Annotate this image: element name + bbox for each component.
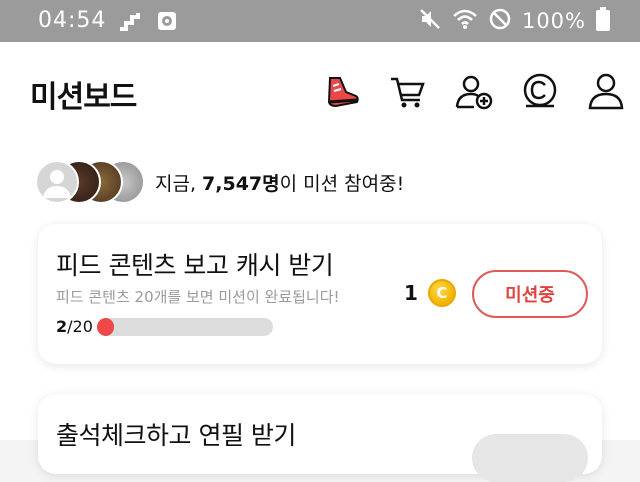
mission-title: 피드 콘텐츠 보고 캐시 받기 <box>56 251 334 280</box>
battery-icon <box>596 7 610 35</box>
mission-card[interactable]: 출석체크하고 연필 받기 <box>38 394 602 482</box>
progress-text: 2/20 <box>56 317 93 336</box>
user-icon[interactable] <box>586 72 626 112</box>
mute-icon <box>418 7 442 35</box>
coin-c-icon[interactable] <box>520 72 560 112</box>
status-left-icons <box>118 10 178 36</box>
stairs-icon <box>118 11 140 35</box>
cart-icon[interactable] <box>388 72 428 112</box>
wifi-icon <box>452 8 478 34</box>
status-bar: 04:54 100% <box>0 0 640 42</box>
page-title: 미션보드 <box>30 80 137 115</box>
sneaker-icon[interactable] <box>322 72 362 112</box>
avatar <box>35 160 79 204</box>
participants-count: 7,547명 <box>202 172 280 195</box>
participants-row: 지금, 7,547명이 미션 참여중! <box>35 160 404 204</box>
progress-bar <box>96 317 273 336</box>
participants-prefix: 지금, <box>155 172 203 195</box>
mission-title: 출석체크하고 연필 받기 <box>56 421 296 450</box>
mission-status-button[interactable]: 미션중 <box>472 270 588 318</box>
participant-avatars <box>35 160 145 204</box>
participants-text: 지금, 7,547명이 미션 참여중! <box>155 169 404 196</box>
header-icons <box>322 72 626 112</box>
mission-status-button[interactable] <box>472 434 588 482</box>
mission-board: 지금, 7,547명이 미션 참여중! 피드 콘텐츠 보고 캐시 받기 피드 콘… <box>0 142 640 482</box>
coin-icon: C <box>427 279 456 307</box>
reward-amount: 1 <box>404 281 418 305</box>
mission-progress: 2/20 <box>56 317 273 336</box>
clock-widget-icon <box>156 10 178 36</box>
status-time: 04:54 <box>38 8 107 33</box>
progress-current: 2 <box>56 317 68 336</box>
mission-card[interactable]: 피드 콘텐츠 보고 캐시 받기 피드 콘텐츠 20개를 보면 미션이 완료됩니다… <box>38 224 602 364</box>
progress-fill <box>96 317 115 336</box>
progress-total: /20 <box>67 317 93 336</box>
mission-reward: 1 C <box>404 279 456 307</box>
mission-description: 피드 콘텐츠 20개를 보면 미션이 완료됩니다! <box>56 288 340 306</box>
add-friend-icon[interactable] <box>454 72 494 112</box>
app-header: 미션보드 <box>0 42 640 142</box>
do-not-disturb-icon <box>488 7 512 35</box>
battery-percent: 100% <box>521 9 586 33</box>
participants-suffix: 이 미션 참여중! <box>279 172 405 195</box>
status-right-icons: 100% <box>418 7 610 35</box>
